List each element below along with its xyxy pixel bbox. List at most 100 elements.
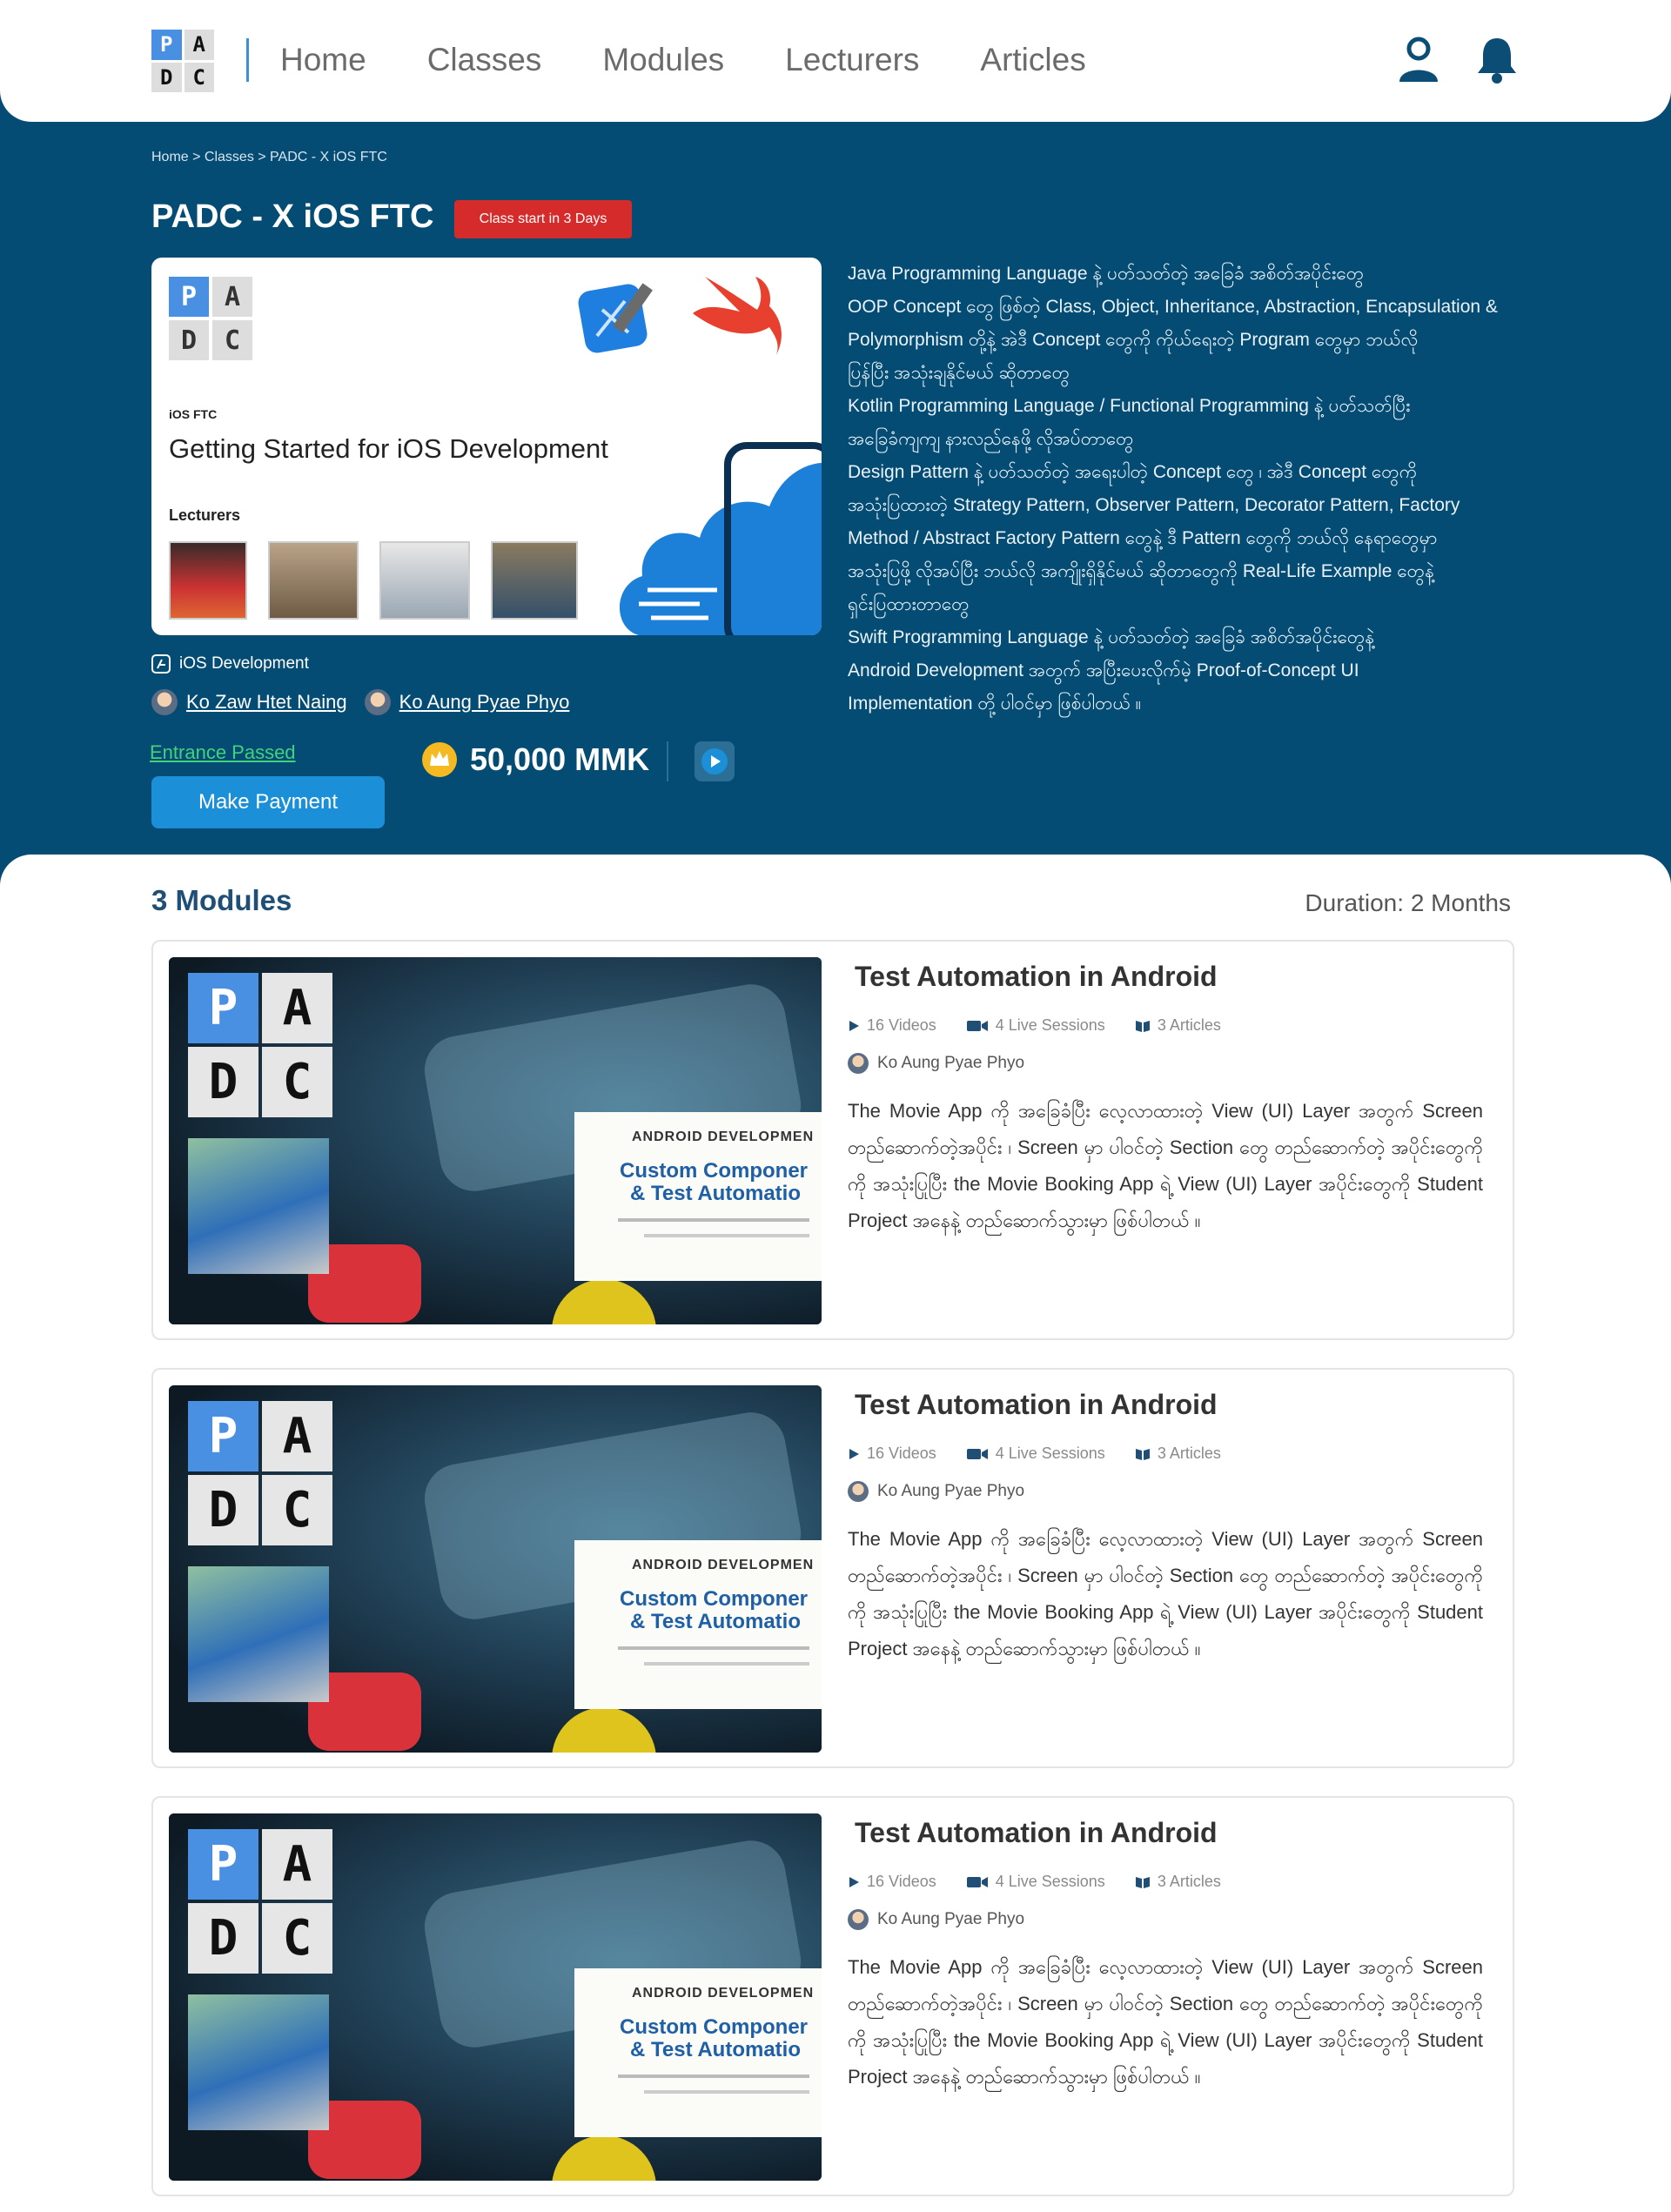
main-nav: Home Classes Modules Lecturers Articles <box>280 42 1086 78</box>
module-card[interactable]: P A D C ANDROID DEVELOPMEN Custom Compon… <box>151 1796 1514 2196</box>
live-stat: 4 Live Sessions <box>966 1016 1105 1035</box>
video-camera-icon <box>966 1876 988 1887</box>
nav-classes[interactable]: Classes <box>427 42 542 78</box>
articles-stat: 3 Articles <box>1135 1873 1221 1891</box>
module-lecturer: Ko Aung Pyae Phyo <box>848 1053 1024 1074</box>
description-line: Implementation တို့ ပါဝင်မှာ ဖြစ်ပါတယ် ။ <box>848 694 1142 714</box>
thumbnail-banner-line <box>618 1646 809 1650</box>
entrance-status: Entrance Passed <box>150 741 296 763</box>
thumbnail-banner-title: Custom Componer <box>620 1587 808 1611</box>
module-lecturer: Ko Aung Pyae Phyo <box>848 1481 1024 1502</box>
nav-modules[interactable]: Modules <box>602 42 724 78</box>
logo-letter: C <box>184 62 214 92</box>
articles-stat: 3 Articles <box>1135 1016 1221 1035</box>
thumbnail-banner-line <box>644 1234 809 1237</box>
thumbnail-banner-title: Custom Componer <box>620 1159 808 1183</box>
description-line: Android Development အတွက် အပြီးပေးလိုက်မ… <box>848 660 1359 680</box>
nav-home[interactable]: Home <box>280 42 366 78</box>
nav-lecturers[interactable]: Lecturers <box>785 42 919 78</box>
module-thumbnail[interactable]: P A D C ANDROID DEVELOPMEN Custom Compon… <box>169 1385 822 1753</box>
module-description: The Movie App ကို အခြေခံပြီး လေ့လာထားတဲ့… <box>848 1956 1483 2088</box>
thumbnail-banner-line <box>618 1218 809 1222</box>
user-icon[interactable] <box>1396 35 1441 84</box>
logo-letter: C <box>212 320 252 360</box>
lecturer-photo <box>268 541 359 620</box>
logo-letter: P <box>169 277 209 317</box>
lecturer-name: Ko Aung Pyae Phyo <box>877 1054 1025 1072</box>
lecturer-photo <box>379 541 470 620</box>
cover-title: Getting Started for iOS Development <box>169 433 608 464</box>
thumbnail-banner-line <box>644 1662 809 1666</box>
thumbnail-banner-title: Custom Componer <box>620 2015 808 2039</box>
description-line: Java Programming Language နဲ့ ပတ်သတ်တဲ့ … <box>848 264 1365 284</box>
lecturer-name: Ko Aung Pyae Phyo <box>877 1910 1025 1928</box>
make-payment-button[interactable]: Make Payment <box>151 776 385 828</box>
live-sessions-count: 4 Live Sessions <box>995 1445 1105 1462</box>
videos-stat: 16 Videos <box>848 1873 936 1891</box>
instructor-photo <box>188 1566 329 1702</box>
avatar <box>151 689 178 715</box>
logo-letter: D <box>188 1047 258 1117</box>
app-store-icon <box>151 654 171 674</box>
class-lecturers: Ko Zaw Htet Naing Ko Aung Pyae Phyo <box>151 689 569 715</box>
thumbnail-banner-label: ANDROID DEVELOPMEN <box>632 1558 815 1572</box>
play-icon <box>849 1448 859 1459</box>
cover-lecturer-photos <box>169 541 578 620</box>
thumbnail-banner-title: & Test Automatio <box>630 1610 801 1633</box>
swift-icon <box>693 277 782 355</box>
breadcrumb: Home > Classes > PADC - X iOS FTC <box>151 150 387 164</box>
module-description: The Movie App ကို အခြေခံပြီး လေ့လာထားတဲ့… <box>848 1528 1483 1659</box>
top-navbar: P A D C Home Classes Modules Lecturers A… <box>0 0 1671 122</box>
thumbnail-banner: ANDROID DEVELOPMEN Custom Componer & Tes… <box>574 1540 822 1709</box>
cover-subtitle: iOS FTC <box>169 407 218 421</box>
cloud-phone-illustration <box>619 442 822 635</box>
price-amount: 50,000 MMK <box>470 741 650 777</box>
module-stats: 16 Videos 4 Live Sessions 3 Articles <box>848 1445 1221 1463</box>
padc-logo[interactable]: P A D C <box>151 30 214 92</box>
lecturer-link-zaw-htet-naing[interactable]: Ko Zaw Htet Naing <box>186 691 347 714</box>
logo-letter: C <box>262 1475 332 1545</box>
play-icon <box>849 1876 859 1887</box>
thumbnail-banner-label: ANDROID DEVELOPMEN <box>632 1129 815 1144</box>
play-preview-button[interactable] <box>695 741 735 781</box>
videos-stat: 16 Videos <box>848 1016 936 1035</box>
thumbnail-logo: P A D C <box>188 1829 332 1974</box>
logo-letter: C <box>262 1903 332 1974</box>
crown-coin-icon <box>422 742 457 777</box>
thumbnail-banner-title: & Test Automatio <box>630 1182 801 1205</box>
nav-articles[interactable]: Articles <box>980 42 1085 78</box>
videos-count: 16 Videos <box>867 1016 936 1034</box>
logo-letter: P <box>188 1401 258 1471</box>
logo-letter: P <box>188 973 258 1043</box>
avatar <box>364 689 391 715</box>
module-thumbnail[interactable]: P A D C ANDROID DEVELOPMEN Custom Compon… <box>169 957 822 1324</box>
logo-letter: A <box>262 1829 332 1900</box>
live-stat: 4 Live Sessions <box>966 1873 1105 1891</box>
thumbnail-logo: P A D C <box>188 1401 332 1545</box>
logo-letter: D <box>151 62 182 92</box>
logo-letter: P <box>188 1829 258 1900</box>
lecturer-photo <box>491 541 578 620</box>
module-card[interactable]: P A D C ANDROID DEVELOPMEN Custom Compon… <box>151 940 1514 1340</box>
bell-icon[interactable] <box>1474 35 1520 84</box>
module-description: The Movie App ကို အခြေခံပြီး လေ့လာထားတဲ့… <box>848 1100 1483 1231</box>
module-title[interactable]: Test Automation in Android <box>855 1389 1218 1421</box>
book-icon <box>1135 1020 1150 1032</box>
description-line: ပြန်ပြီး အသုံးချနိုင်မယ် ဆိုတာတွေ <box>848 363 1070 383</box>
articles-stat: 3 Articles <box>1135 1445 1221 1463</box>
articles-count: 3 Articles <box>1157 1873 1221 1890</box>
lecturer-link-aung-pyae-phyo[interactable]: Ko Aung Pyae Phyo <box>399 691 570 714</box>
module-thumbnail[interactable]: P A D C ANDROID DEVELOPMEN Custom Compon… <box>169 1813 822 2181</box>
course-duration: Duration: 2 Months <box>1305 889 1511 916</box>
modules-count: 3 Modules <box>151 884 292 916</box>
avatar <box>848 1481 869 1502</box>
videos-count: 16 Videos <box>867 1873 936 1890</box>
logo-letter: D <box>188 1475 258 1545</box>
module-title[interactable]: Test Automation in Android <box>855 961 1218 993</box>
thumbnail-banner-line <box>618 2075 809 2078</box>
module-title[interactable]: Test Automation in Android <box>855 1817 1218 1849</box>
logo-letter: C <box>262 1047 332 1117</box>
class-description: Java Programming Language နဲ့ ပတ်သတ်တဲ့ … <box>848 258 1518 721</box>
module-card[interactable]: P A D C ANDROID DEVELOPMEN Custom Compon… <box>151 1368 1514 1768</box>
description-line: အသုံးပြဖို့ လိုအပ်ပြီး ဘယ်လို အကျိုးရှိန… <box>848 561 1434 581</box>
